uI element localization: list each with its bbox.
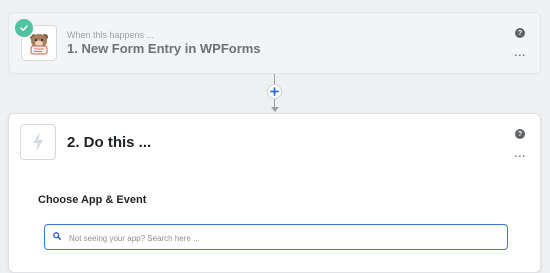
add-step-button[interactable]: [267, 84, 282, 99]
search-input[interactable]: [67, 228, 501, 248]
choose-app-event-label: Choose App & Event: [38, 194, 147, 206]
help-icon[interactable]: ?: [515, 129, 525, 139]
connector-line-top: [274, 74, 275, 84]
connector-line-bottom: [274, 99, 275, 107]
app-search-field[interactable]: [44, 224, 508, 250]
check-icon: [13, 17, 35, 39]
search-icon: [53, 232, 61, 240]
help-icon[interactable]: ?: [515, 28, 525, 38]
trigger-subtitle: When this happens ...: [67, 30, 155, 40]
connector-arrow-icon: [271, 107, 279, 112]
more-options-icon[interactable]: ...: [514, 44, 526, 58]
more-options-icon[interactable]: ...: [514, 145, 526, 159]
lightning-bolt-icon: [20, 124, 56, 160]
plus-icon: [270, 87, 279, 96]
trigger-title[interactable]: 1. New Form Entry in WPForms: [67, 41, 261, 56]
action-step-card[interactable]: 2. Do this ... ? ... Choose App & Event: [8, 113, 541, 273]
action-title: 2. Do this ...: [67, 134, 152, 151]
trigger-step-card[interactable]: When this happens ... 1. New Form Entry …: [8, 12, 541, 74]
